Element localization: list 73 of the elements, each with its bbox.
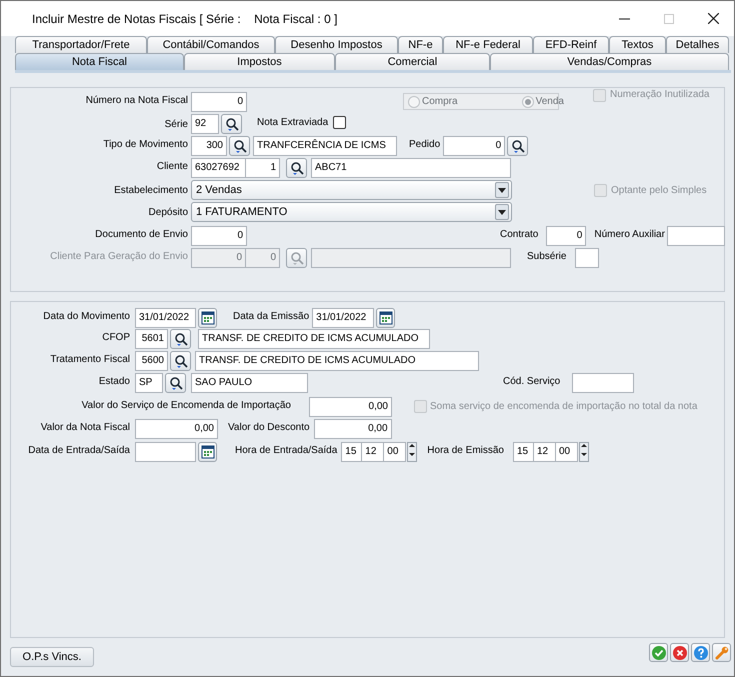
field-label: Depósito	[148, 206, 188, 218]
input-field[interactable]: 12	[362, 442, 384, 462]
input-field[interactable]: 31/01/2022	[312, 308, 374, 328]
input-field[interactable]: 12	[534, 442, 556, 462]
input-field[interactable]: 5600	[135, 351, 168, 371]
field-label: Subsérie	[527, 250, 566, 262]
input-field[interactable]: 15	[513, 442, 534, 462]
tab[interactable]: Transportador/Frete	[15, 36, 147, 53]
field-label: Estabelecimento	[113, 184, 188, 196]
input-field[interactable]: 00	[556, 442, 578, 462]
tab[interactable]: Contábil/Comandos	[147, 36, 275, 53]
field-label: Número na Nota Fiscal	[84, 94, 188, 107]
tab[interactable]: Comercial	[335, 53, 490, 70]
field-label: Documento de Envio	[94, 228, 188, 240]
input-field[interactable]: 0,00	[314, 419, 392, 439]
window-title: Incluir Mestre de Notas Fiscais [ Série : Nota Fiscal : 0 ]	[32, 10, 338, 28]
field-label: Pedido	[409, 138, 440, 150]
field-label: Tipo de Movimento	[102, 138, 188, 150]
field-label: Data do Movimento	[42, 310, 130, 322]
field-label: Cliente	[156, 160, 188, 172]
tab[interactable]: NF-e Federal	[443, 36, 533, 53]
input-field[interactable]: 0	[191, 226, 247, 246]
field-label: Hora de Entrada/Saída	[235, 444, 338, 456]
dropdown[interactable]: 2 Vendas	[191, 180, 512, 200]
field-label: Cód. Serviço	[503, 374, 560, 388]
field-label: Hora de Emissão	[427, 444, 504, 456]
input-field[interactable]: 0	[546, 226, 586, 246]
input-field[interactable]: TRANSF. DE CREDITO DE ICMS ACUMULADO	[198, 329, 430, 349]
tab[interactable]: NF-e	[398, 36, 443, 53]
ops-vinculadas-button[interactable]: O.P.s Vincs.	[10, 647, 94, 667]
field-label: Valor do Desconto	[228, 420, 310, 434]
tab[interactable]: Desenho Impostos	[275, 36, 398, 53]
field-label: Contrato	[500, 228, 538, 240]
field-label: CFOP	[101, 330, 130, 344]
radio-label: Venda	[536, 95, 564, 109]
input-field[interactable]: 00	[384, 442, 406, 462]
field-label: Número Auxiliar	[594, 228, 665, 240]
input-field[interactable]: TRANSF. DE CREDITO DE ICMS ACUMULADO	[195, 351, 479, 371]
input-field[interactable]: 1	[246, 158, 280, 178]
input-field[interactable]: 0,00	[135, 419, 218, 439]
input-field[interactable]: 5601	[135, 329, 168, 349]
field-label: Tratamento Fiscal	[49, 352, 130, 366]
input-field[interactable]: 300	[191, 136, 227, 156]
input-field[interactable]: 0	[191, 92, 247, 112]
field-label: Cliente Para Geração do Envio	[49, 250, 188, 262]
input-field[interactable]: SAO PAULO	[191, 373, 308, 393]
input-field[interactable]: 63027692	[191, 158, 246, 178]
tab[interactable]: Textos	[609, 36, 666, 53]
field-label: Data da Emissão	[233, 310, 310, 322]
tab[interactable]: Nota Fiscal	[15, 53, 184, 70]
field-label: Soma serviço de encomenda de importação no total da nota	[430, 400, 698, 412]
tab[interactable]: Detalhes	[666, 36, 729, 53]
field-label: Data de Entrada/Saída	[27, 444, 130, 456]
tab[interactable]: EFD-Reinf	[533, 36, 609, 53]
input-field[interactable]: 31/01/2022	[135, 308, 196, 328]
input-field[interactable]: TRANFCERÊNCIA DE ICMS	[253, 136, 397, 156]
field-label: Estado	[98, 374, 130, 388]
input-field[interactable]: 0	[443, 136, 506, 156]
field-label: Valor do Serviço de Encomenda de Importação	[80, 398, 291, 412]
field-label: Optante pelo Simples	[611, 184, 707, 196]
field-label: Numeração Inutilizada	[610, 88, 710, 101]
input-field[interactable]: 15	[341, 442, 362, 462]
dropdown[interactable]: 1 FATURAMENTO	[191, 202, 512, 222]
field-label: Valor da Nota Fiscal	[40, 420, 130, 434]
input-field[interactable]: 0,00	[309, 397, 392, 417]
input-field[interactable]: 92	[191, 114, 219, 134]
tab[interactable]: Impostos	[184, 53, 335, 70]
input-field[interactable]: SP	[135, 373, 163, 393]
input-field[interactable]: ABC71	[311, 158, 511, 178]
tab[interactable]: Vendas/Compras	[490, 53, 729, 70]
field-label: Nota Extraviada	[257, 116, 328, 128]
field-label: Série	[164, 118, 188, 130]
radio-label: Compra	[422, 95, 458, 109]
